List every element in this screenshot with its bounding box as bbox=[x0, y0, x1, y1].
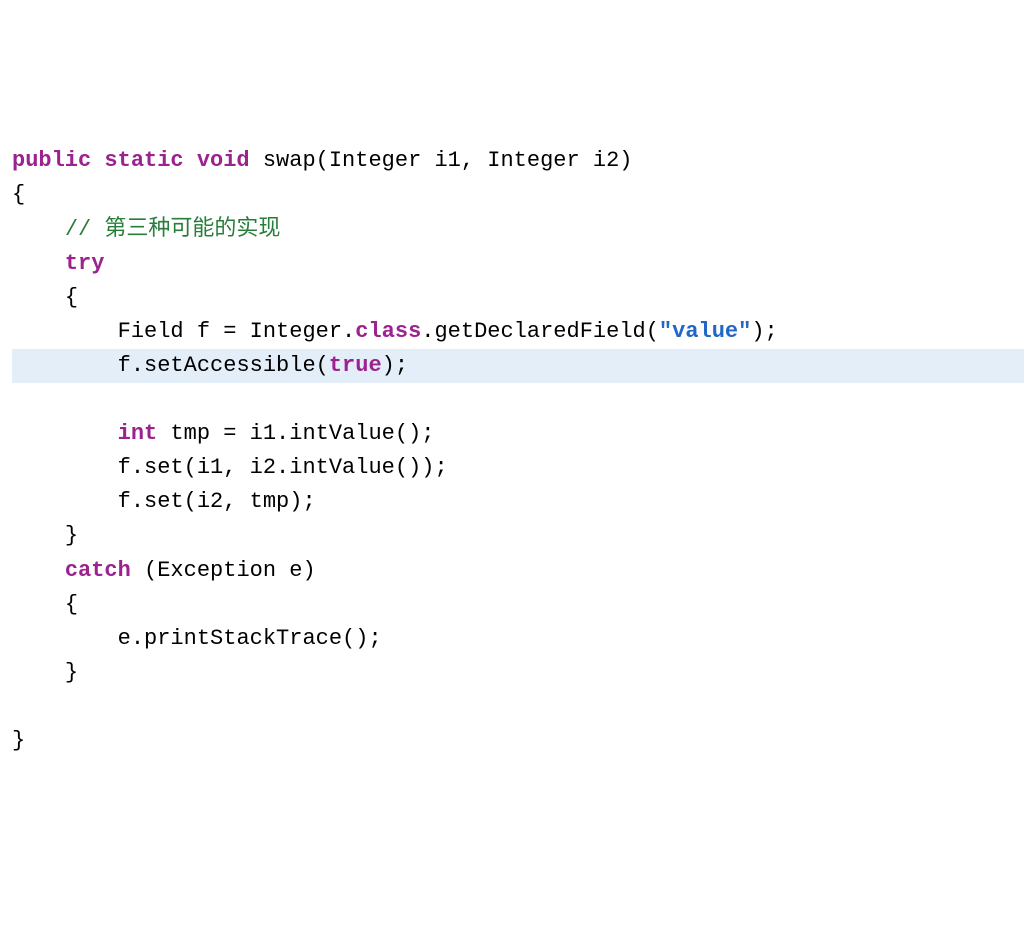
indent bbox=[12, 387, 118, 412]
indent bbox=[12, 455, 118, 480]
code-token: class bbox=[355, 319, 421, 344]
code-token: (Exception e) bbox=[131, 558, 316, 583]
code-token: swap(Integer i1, Integer i2) bbox=[250, 148, 633, 173]
indent bbox=[12, 285, 65, 310]
code-token: { bbox=[65, 285, 78, 310]
indent bbox=[12, 626, 118, 651]
code-line: Field f = Integer.class.getDeclaredField… bbox=[12, 315, 1024, 349]
code-token: f.set(i1, i2.intValue()); bbox=[118, 455, 448, 480]
code-line: { bbox=[12, 178, 1024, 212]
code-token: int bbox=[118, 421, 158, 446]
code-line: public static void swap(Integer i1, Inte… bbox=[12, 144, 1024, 178]
code-token: true bbox=[329, 353, 382, 378]
code-block: public static void swap(Integer i1, Inte… bbox=[12, 144, 1024, 758]
code-line bbox=[12, 383, 1024, 417]
code-token: tmp = i1.intValue(); bbox=[157, 421, 434, 446]
code-line: try bbox=[12, 247, 1024, 281]
indent bbox=[12, 660, 65, 685]
indent bbox=[12, 319, 118, 344]
code-token: } bbox=[12, 728, 25, 753]
indent bbox=[12, 592, 65, 617]
code-token: { bbox=[12, 182, 25, 207]
code-token: // 第三种可能的实现 bbox=[65, 217, 281, 242]
code-line: e.printStackTrace(); bbox=[12, 622, 1024, 656]
code-line: { bbox=[12, 281, 1024, 315]
indent bbox=[12, 217, 65, 242]
indent bbox=[12, 489, 118, 514]
code-token: ); bbox=[382, 353, 408, 378]
code-token: catch bbox=[65, 558, 131, 583]
code-token: Field f = Integer. bbox=[118, 319, 356, 344]
code-line: } bbox=[12, 656, 1024, 690]
code-line: f.set(i1, i2.intValue()); bbox=[12, 451, 1024, 485]
code-token: .getDeclaredField( bbox=[421, 319, 659, 344]
code-line: catch (Exception e) bbox=[12, 554, 1024, 588]
code-token: try bbox=[65, 251, 105, 276]
code-token: f.setAccessible( bbox=[118, 353, 329, 378]
code-line: } bbox=[12, 519, 1024, 553]
code-line: } bbox=[12, 724, 1024, 758]
indent bbox=[12, 421, 118, 446]
indent bbox=[12, 558, 65, 583]
indent bbox=[12, 523, 65, 548]
code-token: ); bbox=[751, 319, 777, 344]
code-line bbox=[12, 690, 1024, 724]
indent bbox=[12, 353, 118, 378]
code-token: { bbox=[65, 592, 78, 617]
code-token: "value" bbox=[659, 319, 751, 344]
code-token: e.printStackTrace(); bbox=[118, 626, 382, 651]
code-line: f.setAccessible(true); bbox=[12, 349, 1024, 383]
code-line: f.set(i2, tmp); bbox=[12, 485, 1024, 519]
indent bbox=[12, 251, 65, 276]
code-line: { bbox=[12, 588, 1024, 622]
code-token: public static void bbox=[12, 148, 250, 173]
code-line: int tmp = i1.intValue(); bbox=[12, 417, 1024, 451]
code-token: } bbox=[65, 660, 78, 685]
code-token: f.set(i2, tmp); bbox=[118, 489, 316, 514]
code-token: } bbox=[65, 523, 78, 548]
code-line: // 第三种可能的实现 bbox=[12, 213, 1024, 247]
